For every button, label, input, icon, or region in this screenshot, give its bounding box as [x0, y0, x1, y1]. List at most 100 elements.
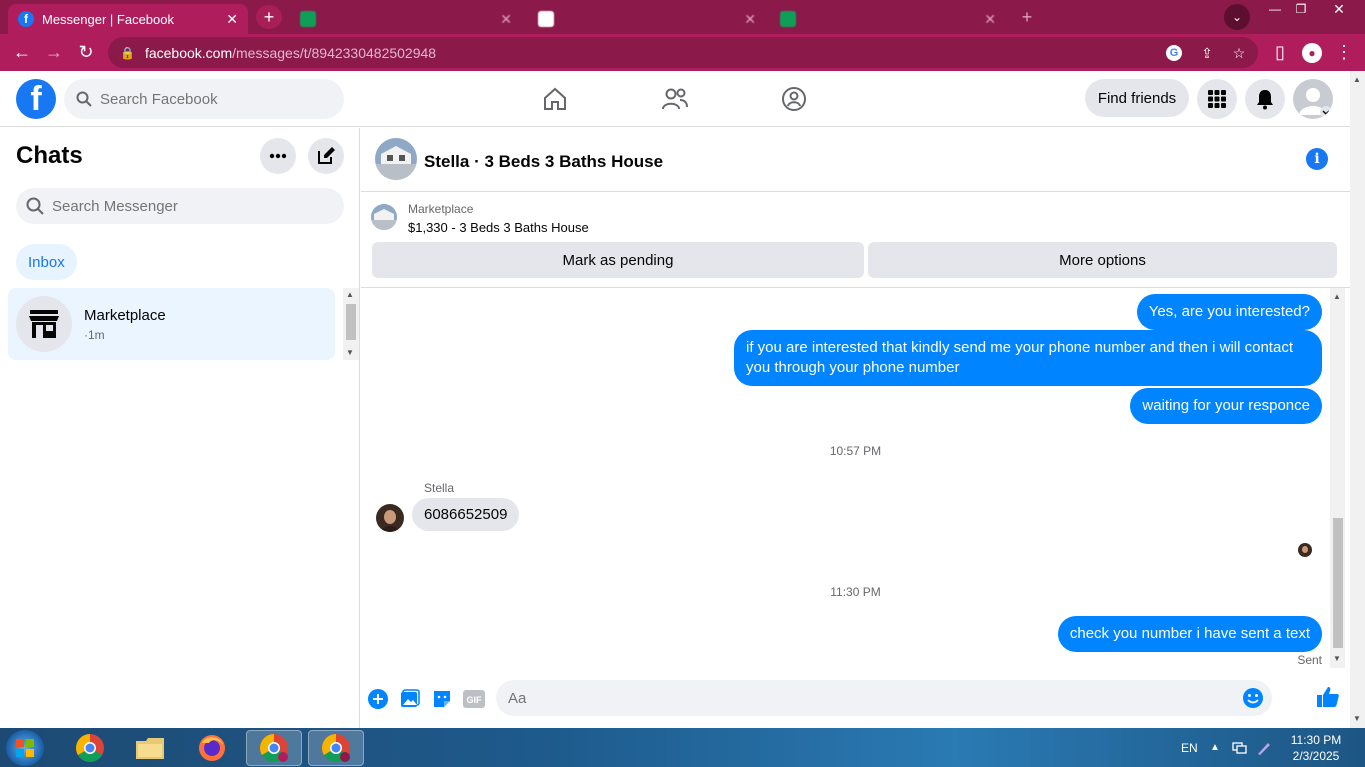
new-message-compose-icon[interactable] [308, 138, 344, 174]
show-hidden-icons-icon[interactable]: ▲ [1210, 728, 1220, 767]
url-host: facebook.com [144, 44, 233, 61]
friends-icon[interactable] [659, 83, 691, 115]
facebook-top-nav: f Find friends [0, 71, 1350, 127]
chats-title: Chats [16, 142, 83, 169]
profile-icon[interactable]: ● [1296, 37, 1328, 69]
more-options-button[interactable]: More options [868, 242, 1337, 278]
stella-avatar[interactable] [376, 504, 404, 532]
thumbs-up-icon[interactable] [1315, 684, 1341, 710]
message-thread-scrollbar[interactable]: ▲ ▼ [1330, 288, 1345, 668]
tab-background[interactable]: ✕ [770, 4, 1006, 34]
star-icon[interactable]: ☆ [1229, 43, 1249, 63]
facebook-search-input[interactable] [100, 90, 320, 108]
firefox-taskbar-icon[interactable] [184, 730, 240, 766]
find-friends-button[interactable]: Find friends [1085, 79, 1189, 117]
taskbar-clock[interactable]: 11:30 PM 2/3/2025 [1280, 732, 1352, 764]
page-favicon-icon [538, 11, 554, 27]
clock-time: 11:30 PM [1290, 733, 1342, 747]
conversation-header: Stella · 3 Beds 3 Baths House i [361, 128, 1350, 192]
message-composer: GIF [361, 676, 1350, 720]
page-scrollbar[interactable]: ▲ ▼ [1350, 71, 1365, 728]
chat-list-item[interactable]: Marketplace ·1m [8, 288, 335, 360]
add-plus-icon[interactable] [367, 688, 389, 710]
close-icon[interactable]: ✕ [500, 11, 512, 28]
new-tab-button[interactable]: + [256, 5, 282, 29]
messenger-search-input[interactable] [52, 197, 322, 215]
info-icon[interactable]: i [1306, 148, 1328, 170]
back-arrow-icon[interactable]: ← [6, 37, 38, 69]
search-icon [26, 197, 44, 215]
mark-as-pending-button[interactable]: Mark as pending [372, 242, 864, 278]
menu-kebab-icon[interactable]: ⋮ [1328, 37, 1360, 69]
window-close-icon[interactable]: ✕ [1326, 0, 1352, 18]
listing-house-avatar[interactable] [375, 138, 417, 180]
seen-receipt-avatar [1298, 543, 1312, 557]
chat-meta: ·1m [84, 327, 105, 342]
message-input[interactable] [508, 689, 1238, 707]
message-timestamp: 10:57 PM [829, 444, 882, 458]
message-bubble-incoming[interactable]: 6086652509 [412, 498, 520, 531]
windows-taskbar: EN ▲ 11:30 PM 2/3/2025 [0, 728, 1365, 767]
message-bubble-outgoing[interactable]: waiting for your responce [1130, 388, 1322, 424]
forward-arrow-icon[interactable]: → [38, 37, 70, 69]
tab-search-dropdown-icon[interactable]: ⌄ [1224, 4, 1250, 30]
emoji-icon[interactable] [1242, 687, 1264, 714]
gif-icon[interactable]: GIF [463, 688, 485, 710]
close-icon[interactable]: ✕ [744, 11, 756, 28]
chat-name: Marketplace [84, 306, 166, 324]
facebook-logo-icon[interactable]: f [16, 79, 56, 119]
tab-messenger[interactable]: f Messenger | Facebook ✕ [8, 4, 248, 34]
chats-sidebar: Chats Inbox Marketplace ·1m ▲ ▼ [0, 128, 360, 728]
close-icon[interactable]: ✕ [984, 11, 996, 28]
groups-icon[interactable] [778, 83, 810, 115]
close-icon[interactable]: ✕ [226, 11, 238, 28]
language-indicator[interactable]: EN [1181, 728, 1198, 767]
search-icon [76, 91, 92, 107]
messenger-search-bar[interactable] [16, 188, 344, 224]
url-bar[interactable]: 🔒 facebook.com/messages/t/89423304825029… [108, 37, 1258, 68]
inbox-filter-chip[interactable]: Inbox [16, 244, 77, 280]
message-bubble-outgoing[interactable]: Yes, are you interested? [1136, 294, 1322, 330]
message-input-box[interactable] [496, 680, 1272, 716]
sent-status: Sent [1297, 653, 1322, 667]
network-icon[interactable] [1232, 728, 1248, 767]
svg-text:GIF: GIF [467, 695, 483, 705]
menu-grid-icon[interactable] [1197, 79, 1237, 119]
message-bubble-outgoing[interactable]: check you number i have sent a text [1057, 616, 1322, 652]
file-explorer-taskbar-icon[interactable] [122, 730, 178, 766]
address-bar-row: ← → ↻ 🔒 facebook.com/messages/t/89423304… [0, 34, 1365, 71]
share-icon[interactable]: ⇪ [1197, 43, 1217, 63]
facebook-search-bar[interactable] [64, 79, 344, 119]
side-panel-icon[interactable]: ▯ [1264, 37, 1296, 69]
photo-icon[interactable] [399, 688, 421, 710]
conversation-title[interactable]: Stella · 3 Beds 3 Baths House [424, 152, 663, 172]
maximize-icon[interactable]: ❐ [1288, 0, 1314, 18]
google-icon[interactable]: G [1166, 45, 1182, 61]
minimize-icon[interactable]: — [1262, 0, 1288, 18]
reload-icon[interactable]: ↻ [70, 37, 102, 69]
tab-background[interactable]: ✕ [290, 4, 522, 34]
lock-icon[interactable]: 🔒 [120, 46, 135, 60]
chat-list-scrollbar[interactable]: ▲ ▼ [343, 288, 359, 360]
browser-tab-bar: f Messenger | Facebook ✕ + ✕ ✕ ✕ + ⌄ — ❐… [0, 0, 1365, 34]
home-icon[interactable] [539, 83, 571, 115]
chrome-taskbar-icon[interactable] [62, 730, 118, 766]
more-options-dots-icon[interactable] [260, 138, 296, 174]
pen-icon[interactable] [1256, 728, 1272, 767]
listing-thumbnail[interactable] [371, 204, 397, 230]
tab-title: Messenger | Facebook [42, 11, 174, 27]
new-tab-button[interactable]: + [1014, 5, 1040, 29]
sheets-favicon-icon [300, 11, 316, 27]
listing-title[interactable]: $1,330 - 3 Beds 3 Baths House [408, 220, 589, 235]
sender-name: Stella [424, 481, 455, 495]
chrome-taskbar-icon[interactable] [246, 730, 302, 766]
facebook-favicon-icon: f [18, 11, 34, 27]
message-thread: Yes, are you interested? if you are inte… [361, 288, 1350, 668]
account-avatar[interactable] [1293, 79, 1333, 119]
tab-background[interactable]: ✕ [528, 4, 766, 34]
windows-start-icon[interactable] [6, 730, 44, 766]
sticker-icon[interactable] [431, 688, 453, 710]
message-bubble-outgoing[interactable]: if you are interested that kindly send m… [734, 330, 1322, 386]
notifications-bell-icon[interactable] [1245, 79, 1285, 119]
chrome-taskbar-icon[interactable] [308, 730, 364, 766]
